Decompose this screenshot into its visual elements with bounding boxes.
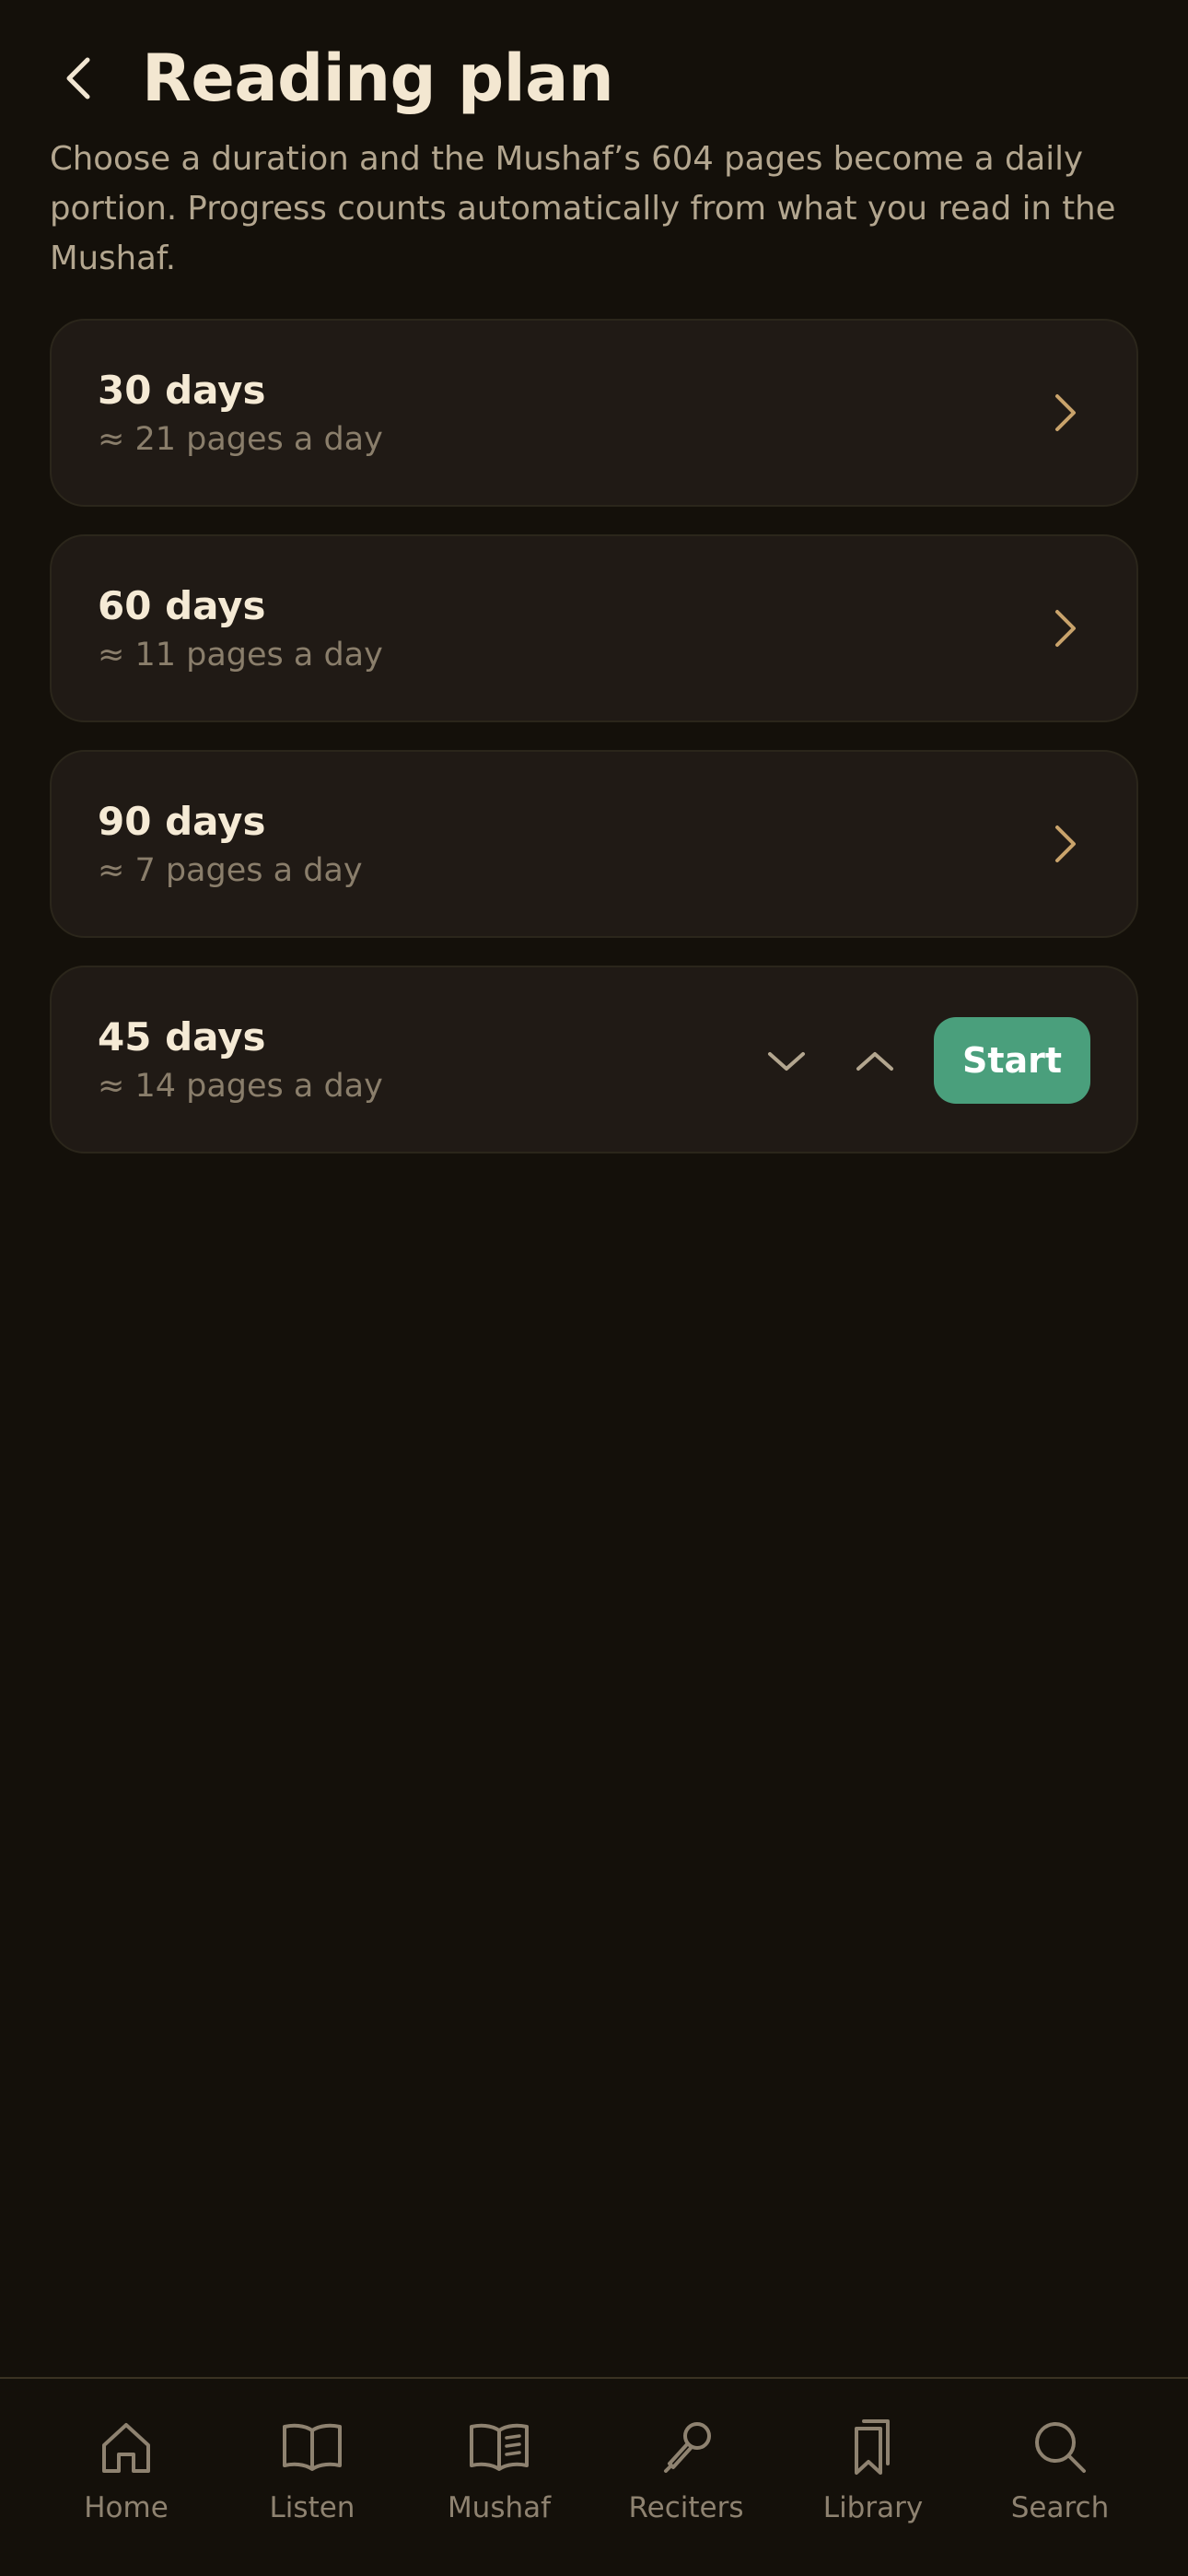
plan-duration: 60 days [98,583,266,628]
nav-item-search[interactable]: Search [968,2414,1152,2543]
plan-card-30-days[interactable]: 30 days ≈ 21 pages a day [50,319,1138,507]
nav-item-reciters[interactable]: Reciters [594,2414,778,2543]
nav-label: Mushaf [447,2491,552,2524]
nav-label: Home [84,2491,169,2524]
microphone-icon [664,2422,711,2473]
chevron-down-icon [768,1052,805,1071]
open-book-icon [283,2423,342,2471]
nav-label: Library [822,2491,924,2524]
plan-duration: 90 days [98,799,266,844]
plan-pages-per-day: ≈ 7 pages a day [98,852,363,889]
nav-label: Reciters [628,2491,744,2524]
plan-pages-per-day: ≈ 21 pages a day [98,421,383,458]
book-text-icon [470,2423,529,2471]
plan-card-90-days[interactable]: 90 days ≈ 7 pages a day [50,750,1138,938]
nav-label: Listen [269,2491,355,2524]
decrease-days-button[interactable] [753,1028,820,1095]
chevron-up-icon [856,1052,893,1071]
page-title: Reading plan [142,41,614,116]
custom-plan-pages-per-day: ≈ 14 pages a day [98,1068,383,1105]
chevron-right-icon [1055,825,1076,862]
home-icon [102,2423,150,2473]
nav-item-library[interactable]: Library [781,2414,965,2543]
start-button[interactable]: Start [934,1017,1090,1104]
custom-plan-duration: 45 days [98,1014,266,1060]
search-icon [1035,2422,1086,2473]
bottom-nav: Home Listen Mushaf Reciters Library Sear… [0,2377,1188,2576]
nav-item-listen[interactable]: Listen [220,2414,404,2543]
plan-card-60-days[interactable]: 60 days ≈ 11 pages a day [50,534,1138,722]
plan-duration: 30 days [98,368,266,413]
custom-plan-card: 45 days ≈ 14 pages a day Start [50,966,1138,1153]
bookmarks-icon [855,2419,890,2475]
chevron-right-icon [1055,610,1076,647]
page-description: Choose a duration and the Mushaf’s 604 p… [50,140,1116,277]
back-button[interactable] [46,37,111,120]
chevron-right-icon [1055,394,1076,431]
plan-pages-per-day: ≈ 11 pages a day [98,637,383,673]
nav-label: Search [1010,2491,1110,2524]
header: Reading plan [0,0,1188,157]
nav-item-mushaf[interactable]: Mushaf [407,2414,591,2543]
nav-item-home[interactable]: Home [34,2414,218,2543]
chevron-left-icon [66,57,90,100]
increase-days-button[interactable] [842,1028,908,1095]
